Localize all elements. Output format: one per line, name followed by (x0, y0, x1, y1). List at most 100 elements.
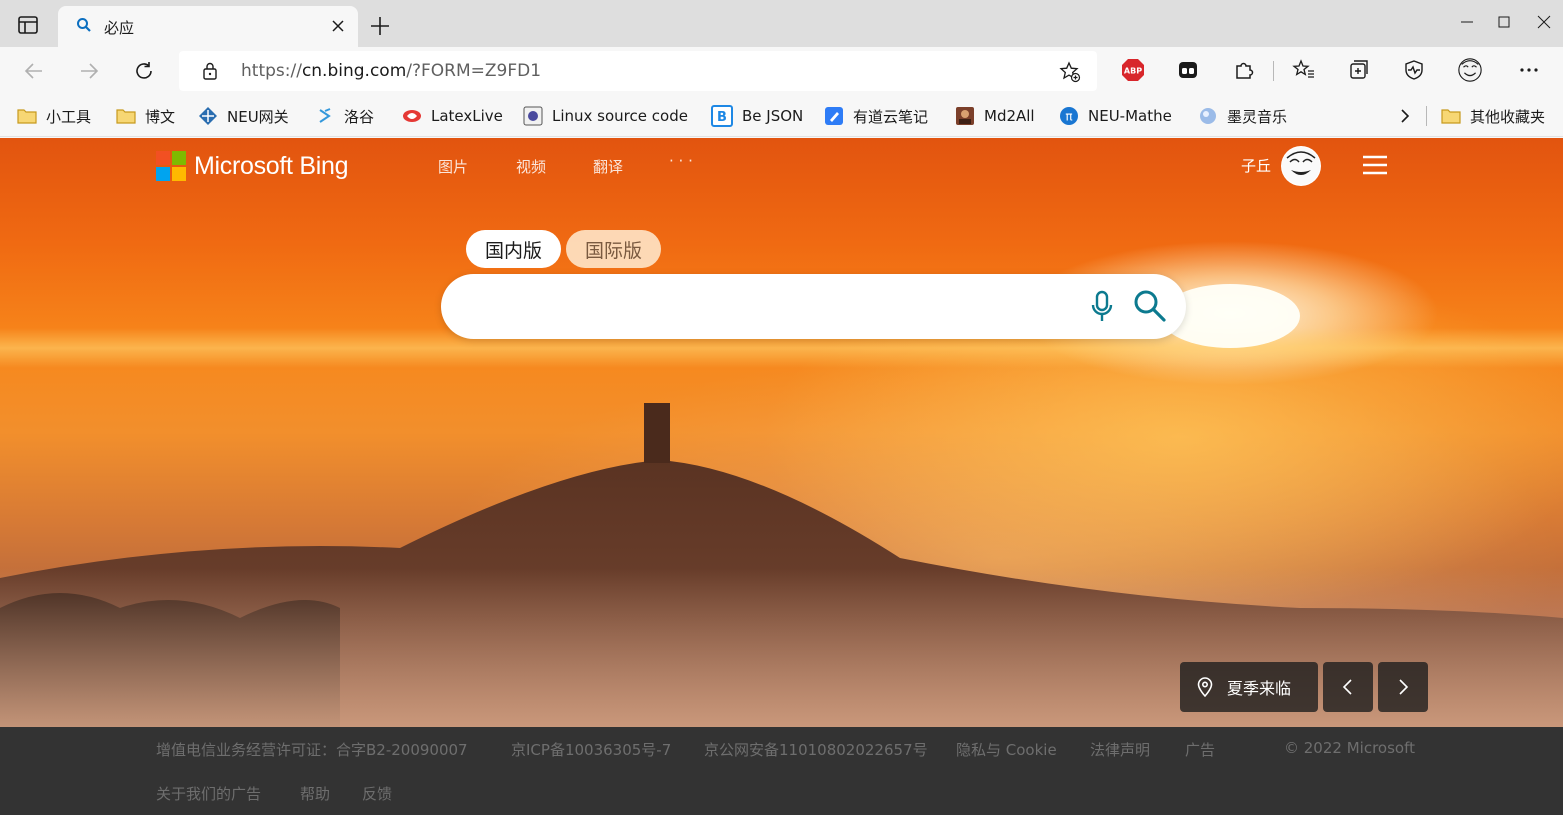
tab-actions-button[interactable] (12, 10, 44, 40)
music-icon (1200, 108, 1216, 124)
browser-tab[interactable]: 必应 (58, 6, 358, 47)
bookmark-label: Md2All (984, 107, 1035, 125)
image-location-button[interactable]: 夏季来临 (1180, 662, 1318, 712)
hamburger-menu-icon[interactable] (1362, 155, 1388, 175)
chevron-left-icon (1342, 679, 1352, 695)
nav-images-link[interactable]: 图片 (438, 156, 468, 177)
favorites-icon (1292, 59, 1314, 78)
logo-text: Microsoft Bing (194, 151, 349, 180)
bookmarks-overflow-button[interactable] (1398, 104, 1412, 128)
bing-logo[interactable]: Microsoft Bing (156, 151, 348, 181)
user-avatar[interactable] (1281, 146, 1321, 186)
footer-help-link[interactable]: 帮助 (300, 783, 330, 804)
network-icon (199, 107, 217, 125)
extensions-button[interactable] (1231, 57, 1257, 83)
bookmark-latexlive[interactable]: LatexLive (402, 104, 503, 128)
collections-button[interactable] (1346, 57, 1372, 83)
bookmark-moling-music[interactable]: 墨灵音乐 (1198, 104, 1287, 128)
youdao-icon (825, 107, 843, 125)
back-button[interactable] (19, 56, 49, 86)
other-bookmarks-folder[interactable]: 其他收藏夹 (1441, 104, 1545, 128)
bookmark-neu-mathe[interactable]: π NEU-Mathe (1059, 104, 1172, 128)
bookmark-label: Linux source code (552, 107, 688, 125)
latexlive-icon (403, 110, 421, 122)
new-tab-icon[interactable] (366, 12, 394, 40)
profile-button[interactable] (1457, 57, 1483, 83)
other-bookmarks-label: 其他收藏夹 (1470, 107, 1546, 126)
close-tab-icon[interactable] (328, 16, 348, 36)
bookmark-label: Be JSON (742, 107, 804, 125)
chevron-right-icon (1399, 679, 1409, 695)
extension-button-1[interactable] (1175, 57, 1201, 83)
nav-videos-link[interactable]: 视频 (516, 156, 546, 177)
microsoft-logo-icon (156, 151, 186, 181)
bing-homepage: Microsoft Bing 图片 视频 翻译 · · · 子丘 国内版 国际版… (0, 138, 1563, 727)
footer-police-record[interactable]: 京公网安备11010802022657号 (704, 739, 928, 760)
luogu-icon (319, 108, 331, 123)
nav-translate-link[interactable]: 翻译 (593, 156, 623, 177)
performance-button[interactable] (1401, 57, 1427, 83)
puzzle-icon (1236, 62, 1254, 79)
bookmark-be-json[interactable]: B Be JSON (711, 104, 803, 128)
page-footer: 增值电信业务经营许可证：合字B2-20090007 京ICP备10036305号… (0, 727, 1563, 815)
bookmark-label: 墨灵音乐 (1227, 107, 1288, 126)
back-arrow-icon (24, 63, 42, 79)
microphone-icon[interactable] (1090, 290, 1114, 324)
bookmark-folder-blog[interactable]: 博文 (116, 104, 175, 128)
pi-icon: π (1060, 107, 1078, 125)
scope-tab-domestic[interactable]: 国内版 (466, 230, 561, 268)
address-bar[interactable]: https://cn.bing.com/?FORM=Z9FD1 (179, 51, 1097, 91)
user-name[interactable]: 子丘 (1241, 155, 1271, 176)
maximize-icon[interactable] (1492, 10, 1516, 34)
footer-about-ads-link[interactable]: 关于我们的广告 (156, 783, 261, 804)
nav-more-link[interactable]: · · · (669, 152, 693, 170)
forward-button[interactable] (74, 56, 104, 86)
bookmarks-bar: 小工具 博文 NEU网关 洛谷 LatexLive Linux source c… (0, 94, 1563, 137)
adblock-plus-button[interactable]: ABP (1120, 57, 1146, 83)
next-image-button[interactable] (1378, 662, 1428, 712)
favorites-button[interactable] (1291, 57, 1317, 83)
footer-icp[interactable]: 京ICP备10036305号-7 (511, 739, 671, 760)
bookmark-label: NEU-Mathe (1088, 107, 1172, 125)
search-input[interactable] (471, 288, 1091, 324)
url-path: /?FORM=Z9FD1 (406, 61, 542, 81)
settings-more-button[interactable] (1516, 57, 1542, 83)
url-text[interactable]: https://cn.bing.com/?FORM=Z9FD1 (241, 61, 541, 81)
minimize-icon[interactable] (1455, 10, 1479, 34)
bookmark-linux-source[interactable]: Linux source code (523, 104, 688, 128)
footer-feedback-link[interactable]: 反馈 (362, 783, 392, 804)
footer-legal-link[interactable]: 法律声明 (1090, 739, 1150, 760)
background-landscape (0, 284, 1563, 727)
bookmark-luogu[interactable]: 洛谷 (315, 104, 374, 128)
scope-tab-international[interactable]: 国际版 (566, 230, 661, 268)
refresh-button[interactable] (129, 56, 159, 86)
folder-icon (116, 109, 136, 124)
toolbar-separator (1273, 61, 1274, 81)
bookmark-youdao-note[interactable]: 有道云笔记 (824, 104, 928, 128)
image-location-label: 夏季来临 (1227, 679, 1292, 698)
adblock-plus-label: ABP (1124, 67, 1142, 76)
previous-image-button[interactable] (1323, 662, 1373, 712)
add-favorite-icon[interactable] (1059, 61, 1081, 83)
tab-strip: 必应 (0, 0, 1563, 47)
close-window-icon[interactable] (1532, 10, 1556, 34)
footer-license[interactable]: 增值电信业务经营许可证：合字B2-20090007 (156, 739, 468, 760)
adblock-plus-icon: ABP (1122, 59, 1144, 81)
bookmark-folder-tools[interactable]: 小工具 (17, 104, 91, 128)
bookmark-md2all[interactable]: Md2All (955, 104, 1035, 128)
bing-favicon-icon (77, 18, 91, 32)
collections-icon (1350, 60, 1368, 79)
refresh-icon (136, 62, 152, 79)
footer-ads-link[interactable]: 广告 (1185, 739, 1215, 760)
lock-icon[interactable] (201, 61, 219, 81)
bookmark-label: 小工具 (46, 107, 92, 126)
footer-privacy-link[interactable]: 隐私与 Cookie (956, 739, 1057, 760)
location-pin-icon (1197, 677, 1213, 697)
chevron-right-icon (1401, 109, 1410, 123)
glasses-extension-icon (1179, 62, 1197, 78)
svg-text:π: π (1065, 110, 1072, 124)
url-host: cn.bing.com (301, 61, 407, 81)
bookmark-neu-gateway[interactable]: NEU网关 (198, 104, 289, 128)
linux-icon (523, 106, 543, 126)
search-icon[interactable] (1133, 289, 1167, 323)
